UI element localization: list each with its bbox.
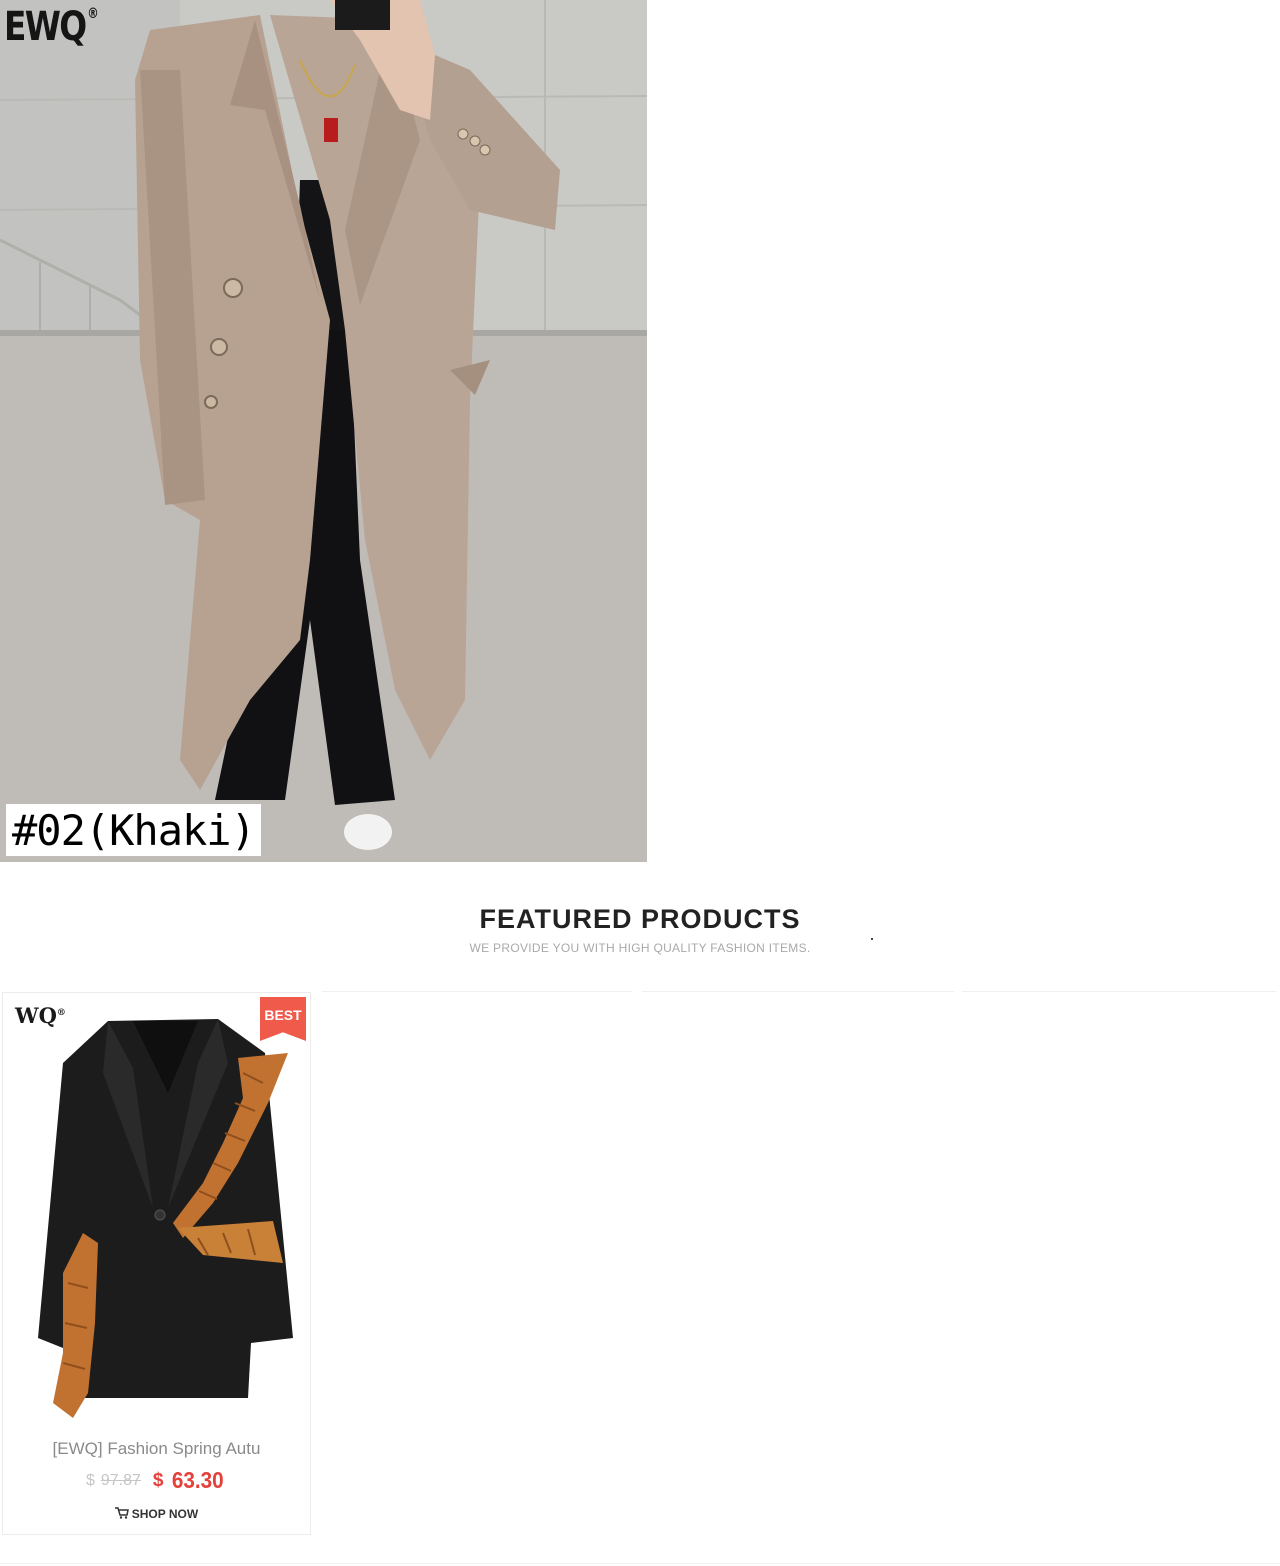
grid-divider — [322, 991, 632, 992]
product-name[interactable]: [EWQ] Fashion Spring Autu — [3, 1439, 310, 1459]
old-price: 97.87 — [100, 1471, 141, 1489]
registered-mark: ® — [87, 6, 98, 22]
brand-logo: EWQ ® — [4, 4, 99, 50]
cart-icon — [114, 1507, 129, 1522]
shop-now-label: SHOP NOW — [131, 1507, 199, 1521]
old-price-currency: $ — [85, 1471, 95, 1489]
decorative-dot — [871, 938, 873, 940]
grid-divider — [962, 991, 1276, 992]
model-photo — [0, 0, 647, 862]
card-brand-logo: WQ® — [15, 1003, 66, 1028]
black-blazer-photo — [3, 993, 310, 1423]
featured-products-title: FEATURED PRODUCTS — [479, 904, 801, 934]
product-hero-image: EWQ ® #02(Khaki) — [0, 0, 647, 862]
featured-products-subtitle: WE PROVIDE YOU WITH HIGH QUALITY FASHION… — [469, 941, 811, 955]
sale-price: 63.30 — [172, 1467, 225, 1493]
color-variant-label: #02(Khaki) — [6, 804, 261, 856]
product-image[interactable]: WQ® BEST — [3, 993, 310, 1423]
product-card[interactable]: WQ® BEST [EWQ] Fashion Spring Autu $97.8… — [2, 992, 311, 1535]
card-registered-mark: ® — [56, 1008, 66, 1018]
card-brand-logo-text: WQ — [15, 1003, 57, 1028]
price-row: $97.87 $63.30 — [3, 1467, 310, 1494]
bottom-divider — [0, 1563, 1280, 1564]
shop-now-button[interactable]: SHOP NOW — [3, 1507, 310, 1522]
grid-divider — [642, 991, 954, 992]
brand-logo-text: EWQ — [4, 4, 87, 50]
new-price-currency: $ — [152, 1469, 164, 1491]
